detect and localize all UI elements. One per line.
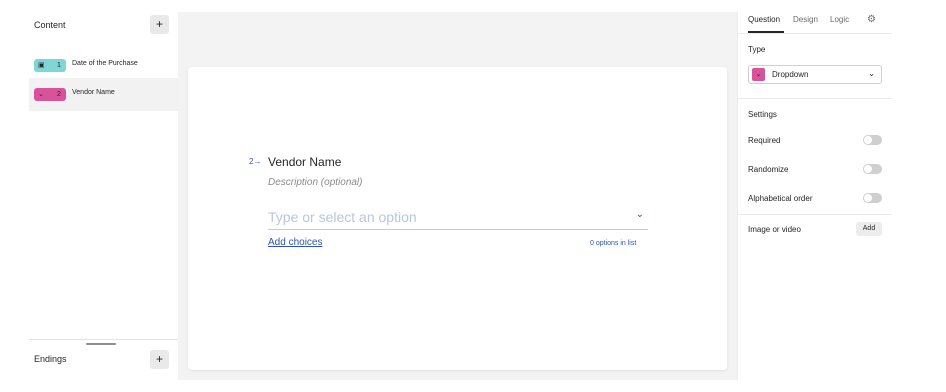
question-number-arrow: 2→ [249, 157, 262, 166]
divider [29, 339, 178, 340]
question-title[interactable]: Vendor Name [268, 155, 341, 169]
type-label: Type [748, 45, 766, 54]
question-description-field[interactable]: Description (optional) [268, 177, 363, 188]
content-header: Content + [29, 12, 178, 38]
randomize-toggle[interactable] [863, 164, 882, 174]
gear-icon[interactable]: ⚙ [867, 14, 876, 25]
question-number: 1 [57, 62, 61, 69]
dropdown-answer-input[interactable]: Type or select an option ⌄ [268, 207, 648, 230]
alphabetical-order-label: Alphabetical order [748, 194, 813, 203]
settings-label: Settings [748, 110, 777, 119]
options-count: 0 options in list [590, 240, 637, 247]
settings-panel: Question Design Logic ⚙ Type ⌄ Dropdown … [737, 12, 892, 380]
toggle-knob [864, 194, 872, 202]
question-type-badge: ⌄ 2 [34, 88, 66, 101]
sidebar-item-label: Date of the Purchase [72, 60, 138, 67]
divider [738, 214, 892, 215]
add-ending-button[interactable]: + [150, 350, 169, 369]
question-type-value: Dropdown [772, 70, 809, 79]
tab-question[interactable]: Question [748, 15, 780, 24]
required-toggle[interactable] [863, 135, 882, 145]
content-sidebar: Content + ▣ 1 Date of the Purchase ⌄ 2 V… [29, 12, 178, 380]
add-media-button[interactable]: Add [856, 222, 882, 236]
chevron-down-icon: ⌄ [868, 69, 875, 78]
alphabetical-order-toggle[interactable] [863, 193, 882, 203]
answer-placeholder: Type or select an option [268, 209, 417, 225]
tab-logic[interactable]: Logic [830, 15, 849, 24]
content-title: Content [34, 20, 66, 30]
question-type-select[interactable]: ⌄ Dropdown ⌄ [748, 65, 882, 84]
divider [738, 98, 892, 99]
add-choices-link[interactable]: Add choices [268, 237, 322, 248]
toggle-knob [864, 165, 872, 173]
toggle-knob [864, 136, 872, 144]
add-question-button[interactable]: + [150, 15, 169, 34]
tab-design[interactable]: Design [793, 15, 818, 24]
resize-handle[interactable] [86, 343, 116, 345]
dropdown-type-icon: ⌄ [752, 68, 765, 81]
calendar-icon: ▣ [38, 62, 45, 69]
randomize-label: Randomize [748, 165, 789, 174]
endings-title: Endings [34, 354, 67, 364]
divider [738, 33, 892, 34]
required-label: Required [748, 136, 781, 145]
chevron-down-icon: ⌄ [38, 91, 44, 98]
image-or-video-label: Image or video [748, 225, 801, 234]
sidebar-item-label: Vendor Name [72, 89, 115, 96]
form-canvas: 2→ Vendor Name Description (optional) Ty… [178, 12, 737, 380]
chevron-down-icon: ⌄ [635, 209, 644, 220]
question-type-badge: ▣ 1 [34, 59, 66, 72]
sidebar-item-vendor-name[interactable]: ⌄ 2 Vendor Name [29, 78, 178, 111]
question-card: 2→ Vendor Name Description (optional) Ty… [188, 67, 727, 370]
question-number: 2 [57, 91, 61, 98]
